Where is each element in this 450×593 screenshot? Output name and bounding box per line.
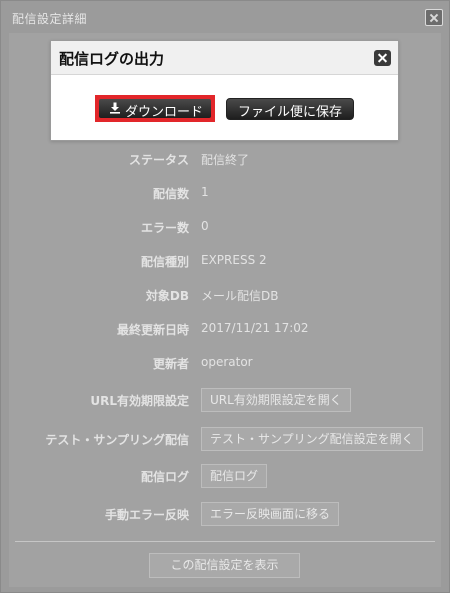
divider (15, 541, 435, 542)
download-button[interactable]: ダウンロード (95, 95, 215, 122)
delivery-type-value: EXPRESS 2 (201, 253, 267, 267)
error-count-value: 0 (201, 219, 209, 233)
detail-row-delivery-type: 配信種別 EXPRESS 2 (9, 246, 441, 276)
status-value: 配信終了 (201, 153, 250, 167)
show-settings-button[interactable]: この配信設定を表示 (149, 553, 300, 578)
status-label: ステータス (128, 153, 189, 167)
delivery-log-label: 配信ログ (140, 470, 189, 484)
error-count-label: エラー数 (140, 221, 189, 235)
detail-row-status: ステータス 配信終了 (9, 144, 441, 174)
download-button-face[interactable]: ダウンロード (99, 99, 211, 120)
updated-by-label: 更新者 (152, 357, 189, 371)
save-to-file-label: ファイル便に保存 (237, 105, 342, 120)
open-test-sampling-button[interactable]: テスト・サンプリング配信設定を開く (201, 427, 423, 451)
log-export-modal: 配信ログの出力 ダウンロード ファイル便に保存 (50, 40, 399, 141)
action-row-test-sampling: テスト・サンプリング配信 テスト・サンプリング配信設定を開く (9, 424, 441, 454)
action-row-delivery-log: 配信ログ 配信ログ (9, 461, 441, 491)
action-row-url-expiry: URL有効期限設定 URL有効期限設定を開く (9, 385, 441, 415)
download-icon (110, 102, 120, 114)
detail-row-last-updated: 最終更新日時 2017/11/21 17:02 (9, 314, 441, 344)
download-label: ダウンロード (125, 105, 204, 120)
sent-count-label: 配信数 (152, 187, 189, 201)
last-updated-label: 最終更新日時 (116, 323, 189, 337)
open-url-expiry-button[interactable]: URL有効期限設定を開く (201, 388, 351, 412)
delivery-type-label: 配信種別 (140, 255, 189, 269)
detail-row-sent-count: 配信数 1 (9, 178, 441, 208)
url-expiry-label: URL有効期限設定 (90, 394, 189, 408)
target-db-label: 対象DB (145, 289, 189, 303)
close-icon[interactable] (425, 9, 443, 26)
detail-row-target-db: 対象DB メール配信DB (9, 280, 441, 310)
dialog-title: 配信設定詳細 (12, 12, 88, 26)
updated-by-value: operator (201, 355, 253, 369)
action-row-manual-error: 手動エラー反映 エラー反映画面に移る (9, 499, 441, 529)
go-error-screen-button[interactable]: エラー反映画面に移る (201, 502, 340, 526)
close-icon[interactable] (374, 50, 391, 66)
dialog-header: 配信設定詳細 (1, 1, 449, 34)
modal-title: 配信ログの出力 (59, 50, 165, 68)
test-sampling-label: テスト・サンプリング配信 (45, 433, 189, 447)
save-to-file-button[interactable]: ファイル便に保存 (226, 98, 354, 120)
manual-error-label: 手動エラー反映 (104, 508, 189, 522)
last-updated-value: 2017/11/21 17:02 (201, 321, 309, 335)
detail-row-error-count: エラー数 0 (9, 212, 441, 242)
delivery-log-button[interactable]: 配信ログ (201, 464, 268, 488)
detail-row-updated-by: 更新者 operator (9, 348, 441, 378)
sent-count-value: 1 (201, 185, 209, 199)
target-db-value: メール配信DB (201, 289, 279, 303)
modal-header: 配信ログの出力 (51, 41, 398, 75)
